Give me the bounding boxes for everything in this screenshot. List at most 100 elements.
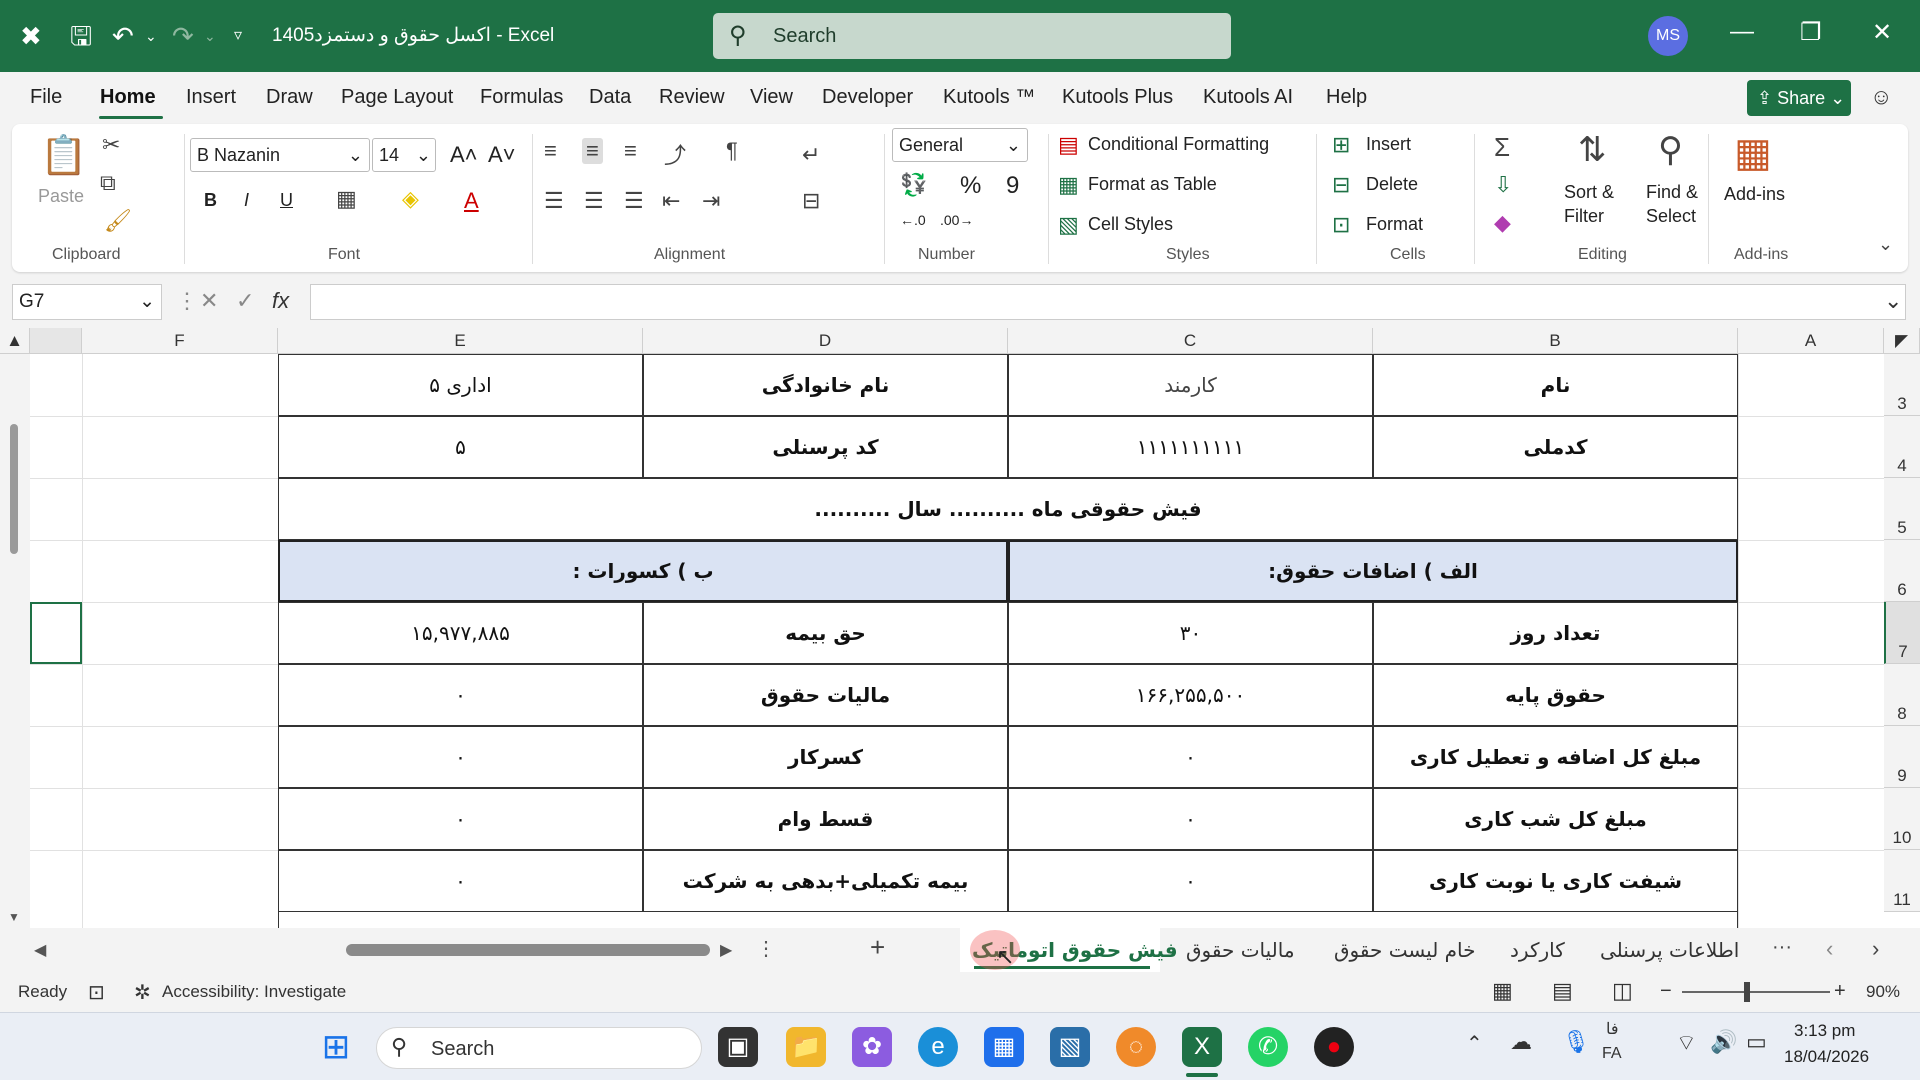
vertical-scroll-thumb[interactable]: [10, 424, 18, 554]
zoom-out-icon[interactable]: −: [1660, 980, 1672, 1003]
conditional-formatting-button[interactable]: Conditional Formatting: [1088, 134, 1269, 155]
photos-icon[interactable]: ▧: [1050, 1027, 1090, 1067]
tab-developer[interactable]: Developer: [822, 86, 913, 109]
column-header-c[interactable]: C: [1008, 328, 1373, 354]
paragraph-direction-icon[interactable]: ¶: [726, 138, 738, 164]
fill-icon[interactable]: ⇩: [1494, 172, 1512, 198]
cell-e11[interactable]: ۰: [278, 850, 643, 912]
minimize-icon[interactable]: —: [1730, 18, 1754, 46]
next-sheet-icon[interactable]: ›: [1872, 936, 1879, 962]
tab-data[interactable]: Data: [589, 86, 631, 109]
sheet-tab-raw-salary-list[interactable]: خام لیست حقوق: [1334, 938, 1476, 962]
increase-decimal-icon[interactable]: ←.0: [900, 212, 926, 228]
cell-c3[interactable]: کارمند: [1008, 354, 1373, 416]
cell-e4[interactable]: ۵: [278, 416, 643, 478]
cell-e3[interactable]: اداری ۵: [278, 354, 643, 416]
tab-kutools-ai[interactable]: Kutools AI: [1203, 86, 1293, 109]
insert-function-icon[interactable]: fx: [272, 288, 289, 314]
insert-cells-icon[interactable]: ⊞: [1332, 132, 1350, 158]
cell-d11[interactable]: بیمه تکمیلی+بدهی به شرکت: [643, 850, 1008, 912]
copilot-icon[interactable]: ✿: [852, 1027, 892, 1067]
font-name-select[interactable]: B Nazanin ⌄: [190, 138, 370, 172]
accessibility-status[interactable]: Accessibility: Investigate: [162, 982, 346, 1002]
redo-dropdown-icon[interactable]: ⌄: [204, 18, 216, 54]
sheet-tab-salary-tax[interactable]: مالیات حقوق: [1186, 938, 1295, 962]
collapse-ribbon-icon[interactable]: ⌄: [1878, 234, 1893, 255]
column-header-g[interactable]: [30, 328, 82, 354]
row-header-8[interactable]: 8: [1884, 664, 1920, 726]
accounting-format-icon[interactable]: 💱: [900, 172, 927, 198]
sheet-tab-attendance[interactable]: کارکرد: [1510, 938, 1565, 962]
cell-b7[interactable]: تعداد روز: [1373, 602, 1738, 664]
payslip-title-cell[interactable]: فیش حقوقی ماه .......... سال ..........: [278, 478, 1738, 540]
add-sheet-icon[interactable]: +: [870, 932, 885, 963]
find-select-label-2[interactable]: Select: [1646, 206, 1696, 227]
battery-icon[interactable]: ▭: [1746, 1029, 1767, 1055]
zoom-in-icon[interactable]: +: [1834, 980, 1846, 1003]
column-header-e[interactable]: E: [278, 328, 643, 354]
macro-record-icon[interactable]: ⊡: [88, 980, 105, 1005]
app-icon[interactable]: ◌: [1116, 1027, 1156, 1067]
name-box[interactable]: G7 ⌄: [12, 284, 162, 320]
align-left-icon[interactable]: ☰: [544, 188, 564, 214]
cell-d8[interactable]: مالیات حقوق: [643, 664, 1008, 726]
percent-icon[interactable]: %: [960, 172, 981, 200]
windows-start-icon[interactable]: ⊞: [316, 1027, 356, 1067]
add-ins-icon[interactable]: ▦: [1734, 130, 1772, 176]
align-middle-icon[interactable]: ≡: [582, 138, 603, 164]
cell-e10[interactable]: ۰: [278, 788, 643, 850]
clock-time[interactable]: 3:13 pm: [1794, 1021, 1855, 1041]
column-header-b[interactable]: B: [1373, 328, 1738, 354]
zoom-slider-thumb[interactable]: [1744, 982, 1750, 1002]
cell-styles-icon[interactable]: ▧: [1058, 212, 1079, 238]
scroll-right-icon[interactable]: ▶: [720, 940, 732, 960]
expand-formula-bar-icon[interactable]: ⌄: [1884, 288, 1902, 314]
share-button[interactable]: ⇪ Share ⌄: [1747, 80, 1851, 116]
page-break-view-icon[interactable]: ◫: [1612, 978, 1633, 1004]
screen-recorder-icon[interactable]: ●: [1314, 1027, 1354, 1067]
italic-button[interactable]: I: [244, 190, 249, 211]
comments-icon[interactable]: ☺: [1870, 84, 1892, 110]
vertical-scrollbar[interactable]: ▼: [0, 354, 30, 928]
tab-review[interactable]: Review: [659, 86, 725, 109]
decrease-decimal-icon[interactable]: .00→: [940, 212, 973, 228]
sort-filter-icon[interactable]: ⇅: [1578, 130, 1607, 170]
sort-filter-label-1[interactable]: Sort &: [1564, 182, 1614, 203]
cell-c4[interactable]: ۱۱۱۱۱۱۱۱۱۱: [1008, 416, 1373, 478]
row-header-3[interactable]: 3: [1884, 354, 1920, 416]
number-format-select[interactable]: General ⌄: [892, 128, 1028, 162]
taskbar-search-box[interactable]: ⚲ Search: [376, 1027, 702, 1069]
cell-e9[interactable]: ۰: [278, 726, 643, 788]
format-as-table-button[interactable]: Format as Table: [1088, 174, 1217, 195]
edge-browser-icon[interactable]: e: [918, 1027, 958, 1067]
comma-style-icon[interactable]: 9: [1006, 172, 1019, 200]
onedrive-icon[interactable]: ☁: [1510, 1029, 1532, 1055]
scroll-down-icon[interactable]: ▼: [8, 910, 20, 924]
format-as-table-icon[interactable]: ▦: [1058, 172, 1079, 198]
prev-sheet-icon[interactable]: ‹: [1826, 936, 1833, 962]
format-cells-button[interactable]: Format: [1366, 214, 1423, 235]
paste-icon[interactable]: 📋: [40, 134, 87, 178]
excel-taskbar-icon[interactable]: X: [1182, 1027, 1222, 1067]
redo-icon[interactable]: ↷: [172, 18, 194, 54]
tab-formulas[interactable]: Formulas: [480, 86, 563, 109]
fill-color-icon[interactable]: ◈: [402, 186, 419, 212]
search-box[interactable]: ⚲ Search: [713, 13, 1231, 59]
cancel-icon[interactable]: ✕: [200, 288, 218, 314]
more-sheets-icon[interactable]: ···: [1772, 936, 1792, 959]
tab-home[interactable]: Home: [100, 86, 156, 109]
horizontal-scroll-thumb[interactable]: [346, 944, 710, 956]
align-right-icon[interactable]: ☰: [624, 188, 644, 214]
deductions-header-cell[interactable]: ب ) کسورات :: [278, 540, 1008, 602]
find-select-icon[interactable]: ⚲: [1658, 130, 1683, 170]
cell-c7[interactable]: ۳۰: [1008, 602, 1373, 664]
cell-d4[interactable]: کد پرسنلی: [643, 416, 1008, 478]
zoom-slider[interactable]: [1682, 991, 1830, 993]
row-header-5[interactable]: 5: [1884, 478, 1920, 540]
customize-toolbar-icon[interactable]: ▿: [234, 18, 242, 54]
tab-help[interactable]: Help: [1326, 86, 1367, 109]
cell-b8[interactable]: حقوق پایه: [1373, 664, 1738, 726]
undo-dropdown-icon[interactable]: ⌄: [145, 18, 157, 54]
delete-cells-icon[interactable]: ⊟: [1332, 172, 1350, 198]
tab-kutools[interactable]: Kutools ™: [943, 86, 1035, 109]
